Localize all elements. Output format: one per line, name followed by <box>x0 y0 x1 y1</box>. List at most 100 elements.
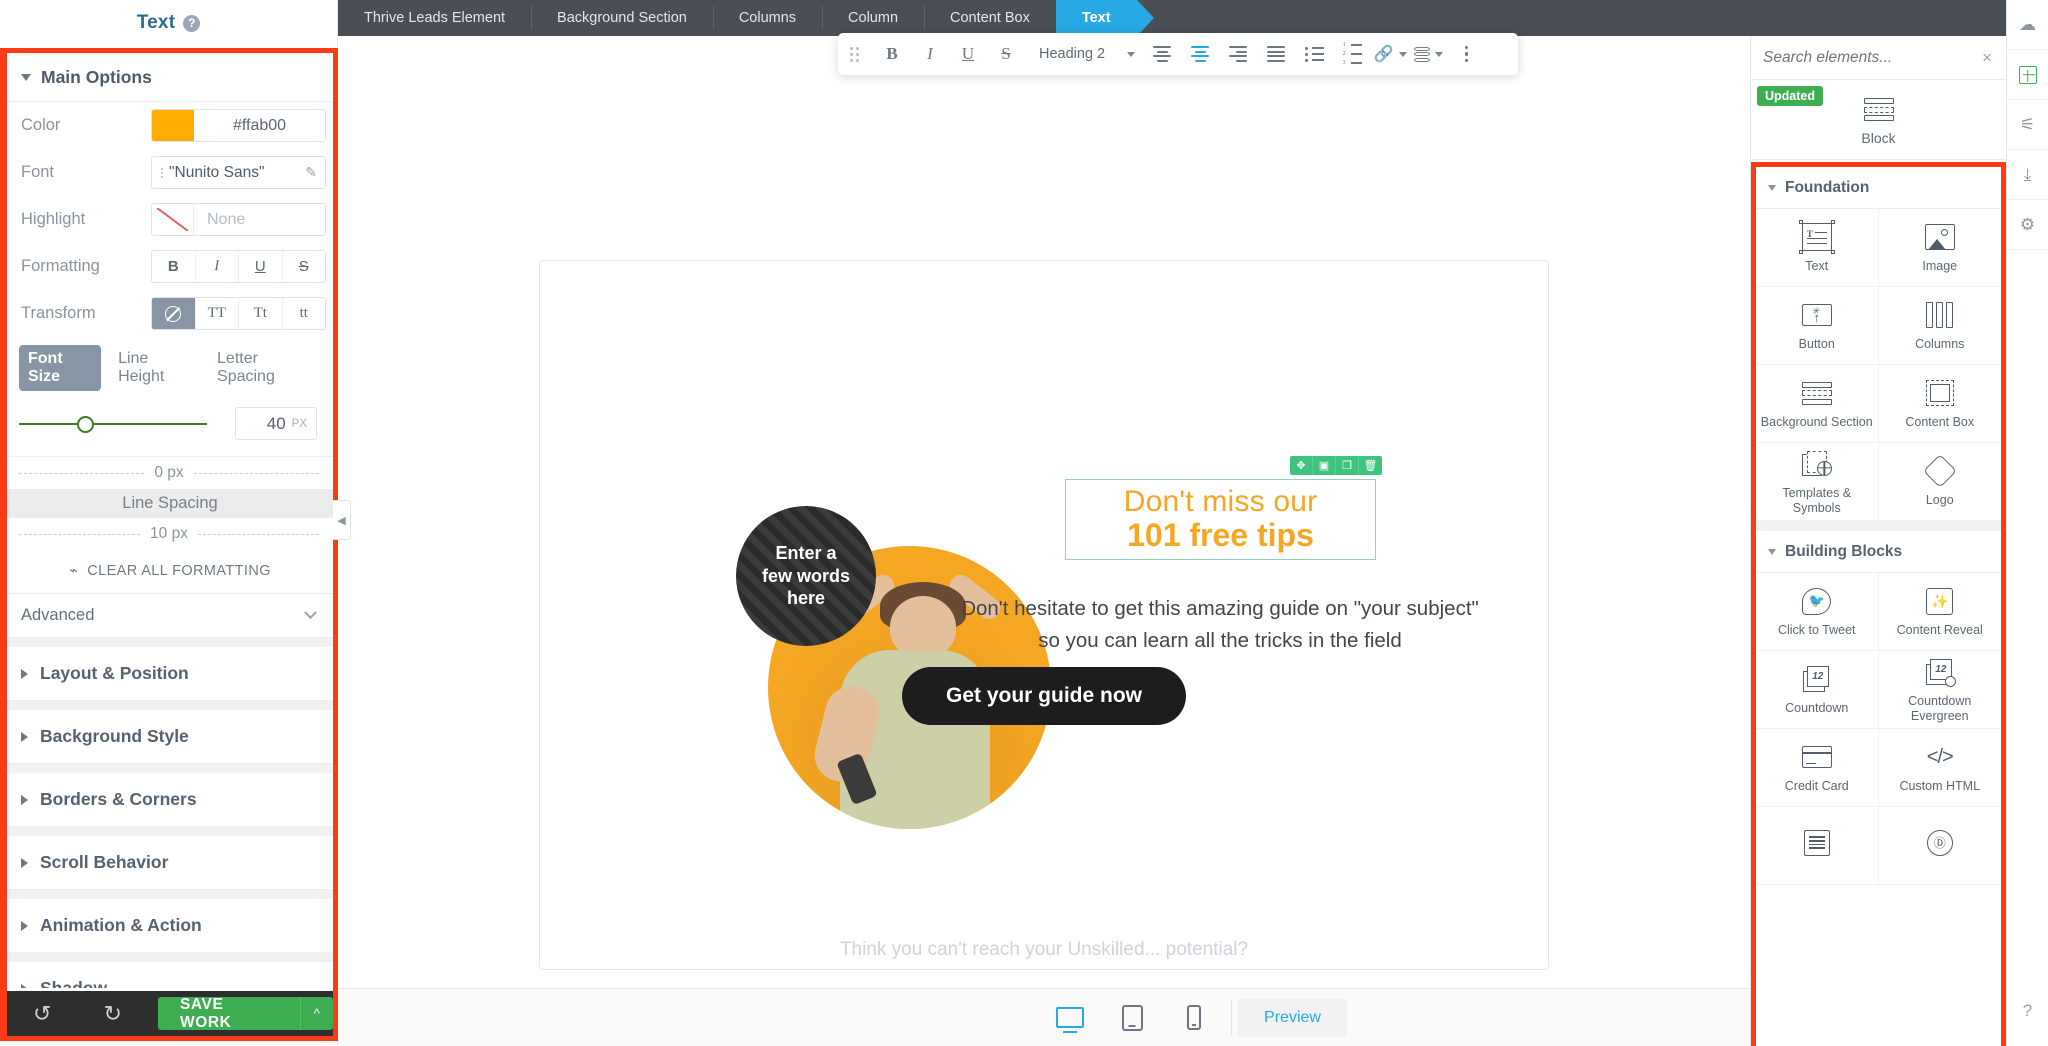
close-icon[interactable]: × <box>1982 48 1992 68</box>
strikethrough-button[interactable]: S <box>987 36 1025 72</box>
pencil-icon[interactable]: ✎ <box>305 164 317 181</box>
margin-bottom-row[interactable]: 10 px <box>7 518 333 550</box>
bold-button[interactable]: B <box>873 36 911 72</box>
save-options-caret[interactable]: ^ <box>299 997 333 1030</box>
divider <box>1231 1000 1233 1035</box>
element-text[interactable]: T Text <box>1756 209 1879 287</box>
breadcrumb-item-text[interactable]: Text <box>1038 0 1154 36</box>
gear-icon[interactable]: ⚙ <box>2006 200 2048 250</box>
import-icon[interactable]: ⤓ <box>2006 150 2048 200</box>
element-button[interactable]: ✳ Button <box>1756 287 1879 365</box>
tab-letter-spacing[interactable]: Letter Spacing <box>208 345 319 391</box>
element-countdown-evergreen[interactable]: 12 Countdown Evergreen <box>1878 651 2001 729</box>
tab-line-height[interactable]: Line Height <box>109 345 200 391</box>
preview-button[interactable]: Preview <box>1238 998 1347 1037</box>
breadcrumb-item-columns[interactable]: Columns <box>713 0 824 36</box>
section-scroll-behavior[interactable]: Scroll Behavior <box>7 836 333 890</box>
italic-button[interactable]: I <box>911 36 949 72</box>
undo-button[interactable]: ↺ <box>7 991 77 1036</box>
save-icon[interactable]: ▣ <box>1313 456 1336 475</box>
breadcrumb-item-background-section[interactable]: Background Section <box>531 0 714 36</box>
element-partial-row-left[interactable] <box>1756 807 1879 885</box>
cta-button[interactable]: Get your guide now <box>901 667 1187 725</box>
advanced-row[interactable]: Advanced <box>7 594 333 638</box>
margin-top-row[interactable]: 0 px <box>7 457 333 489</box>
link-button[interactable]: 🔗 <box>1371 36 1409 72</box>
save-work-button[interactable]: SAVE WORK <box>157 996 300 1031</box>
tablet-view-button[interactable] <box>1101 996 1163 1040</box>
breadcrumb-item-content-box[interactable]: Content Box <box>924 0 1057 36</box>
panel-collapse-handle[interactable]: ◀ <box>333 500 351 540</box>
breadcrumb-item-thrive-leads-element[interactable]: Thrive Leads Element <box>338 0 533 36</box>
section-animation-action[interactable]: Animation & Action <box>7 899 333 953</box>
align-justify-button[interactable] <box>1257 36 1295 72</box>
element-templates-symbols[interactable]: Templates & Symbols <box>1756 443 1879 521</box>
no-color-icon[interactable] <box>152 204 194 235</box>
section-shadow[interactable]: Shadow <box>7 962 333 988</box>
highlight-field[interactable]: None <box>151 203 326 236</box>
numbered-list-button[interactable]: 123 <box>1333 36 1371 72</box>
element-image[interactable]: Image <box>1878 209 2001 287</box>
tab-font-size[interactable]: Font Size <box>19 345 102 391</box>
section-background-style[interactable]: Background Style <box>7 710 333 764</box>
block-promo-card[interactable]: Updated Block <box>1751 80 2006 160</box>
body-copy[interactable]: Don't hesitate to get this amazing guide… <box>870 593 1570 657</box>
line-spacing-bar[interactable]: Line Spacing <box>7 489 333 518</box>
toolbar-drag-handle[interactable] <box>850 46 859 62</box>
transform-lowercase-toggle[interactable]: tt <box>283 298 326 329</box>
help-icon[interactable]: ? <box>2007 986 2048 1036</box>
element-custom-html[interactable]: </> Custom HTML <box>1878 729 2001 807</box>
color-value[interactable]: #ffab00 <box>194 110 325 141</box>
slider-knob[interactable] <box>77 415 94 433</box>
color-swatch[interactable] <box>152 110 194 141</box>
transform-capitalize-toggle[interactable]: Tt <box>239 298 283 329</box>
delete-icon[interactable]: 🗑 <box>1359 456 1382 475</box>
bullet-list-button[interactable] <box>1295 36 1333 72</box>
element-background-section[interactable]: Background Section <box>1756 365 1879 443</box>
font-field[interactable]: "Nunito Sans" ✎ <box>151 156 326 189</box>
settings-sliders-icon[interactable]: ⚟ <box>2006 100 2048 150</box>
more-options-button[interactable] <box>1447 36 1485 72</box>
underline-button[interactable]: U <box>949 36 987 72</box>
font-size-input[interactable]: 40 PX <box>235 407 317 440</box>
desktop-view-button[interactable] <box>1039 996 1101 1040</box>
strikethrough-toggle[interactable]: S <box>283 251 326 282</box>
cloud-upload-icon[interactable]: ☁ <box>2006 0 2048 50</box>
element-credit-card[interactable]: Credit Card <box>1756 729 1879 807</box>
add-element-icon[interactable] <box>2006 50 2048 100</box>
bold-toggle[interactable]: B <box>152 251 196 282</box>
badge-circle[interactable]: Enter a few words here <box>736 506 876 646</box>
element-content-box[interactable]: Content Box <box>1878 365 2001 443</box>
element-partial-row-right[interactable]: Ⓓ <box>1878 807 2001 885</box>
help-icon[interactable]: ? <box>183 14 201 32</box>
move-icon[interactable]: ✥ <box>1290 456 1313 475</box>
align-left-button[interactable] <box>1143 36 1181 72</box>
font-size-slider[interactable] <box>19 414 219 434</box>
redo-button[interactable]: ↻ <box>77 991 147 1036</box>
align-center-button[interactable] <box>1181 36 1219 72</box>
group-header-foundation[interactable]: Foundation <box>1756 167 2001 209</box>
duplicate-icon[interactable]: ❐ <box>1336 456 1359 475</box>
block-format-select[interactable]: Heading 2 <box>1039 46 1136 62</box>
main-options-header[interactable]: Main Options <box>7 53 333 102</box>
search-input[interactable] <box>1763 48 1983 67</box>
transform-uppercase-toggle[interactable]: TT <box>196 298 239 329</box>
element-columns[interactable]: Columns <box>1878 287 2001 365</box>
group-header-building-blocks[interactable]: Building Blocks <box>1756 531 2001 573</box>
color-field[interactable]: #ffab00 <box>151 109 326 142</box>
element-content-reveal[interactable]: ✨ Content Reveal <box>1878 573 2001 651</box>
mobile-view-button[interactable] <box>1163 996 1225 1040</box>
align-right-button[interactable] <box>1219 36 1257 72</box>
transform-none-toggle[interactable] <box>152 298 196 329</box>
section-borders-corners[interactable]: Borders & Corners <box>7 773 333 827</box>
element-countdown[interactable]: 12 Countdown <box>1756 651 1879 729</box>
italic-toggle[interactable]: I <box>196 251 239 282</box>
element-click-to-tweet[interactable]: 🐦 Click to Tweet <box>1756 573 1879 651</box>
clear-all-formatting-button[interactable]: ⌁ CLEAR ALL FORMATTING <box>7 550 333 594</box>
breadcrumb-item-column[interactable]: Column <box>822 0 925 36</box>
underline-toggle[interactable]: U <box>239 251 283 282</box>
selected-heading-element[interactable]: Don't miss our 101 free tips <box>1065 479 1376 560</box>
section-layout-position[interactable]: Layout & Position <box>7 647 333 701</box>
dynamic-data-button[interactable] <box>1409 36 1447 72</box>
element-logo[interactable]: Logo <box>1878 443 2001 521</box>
